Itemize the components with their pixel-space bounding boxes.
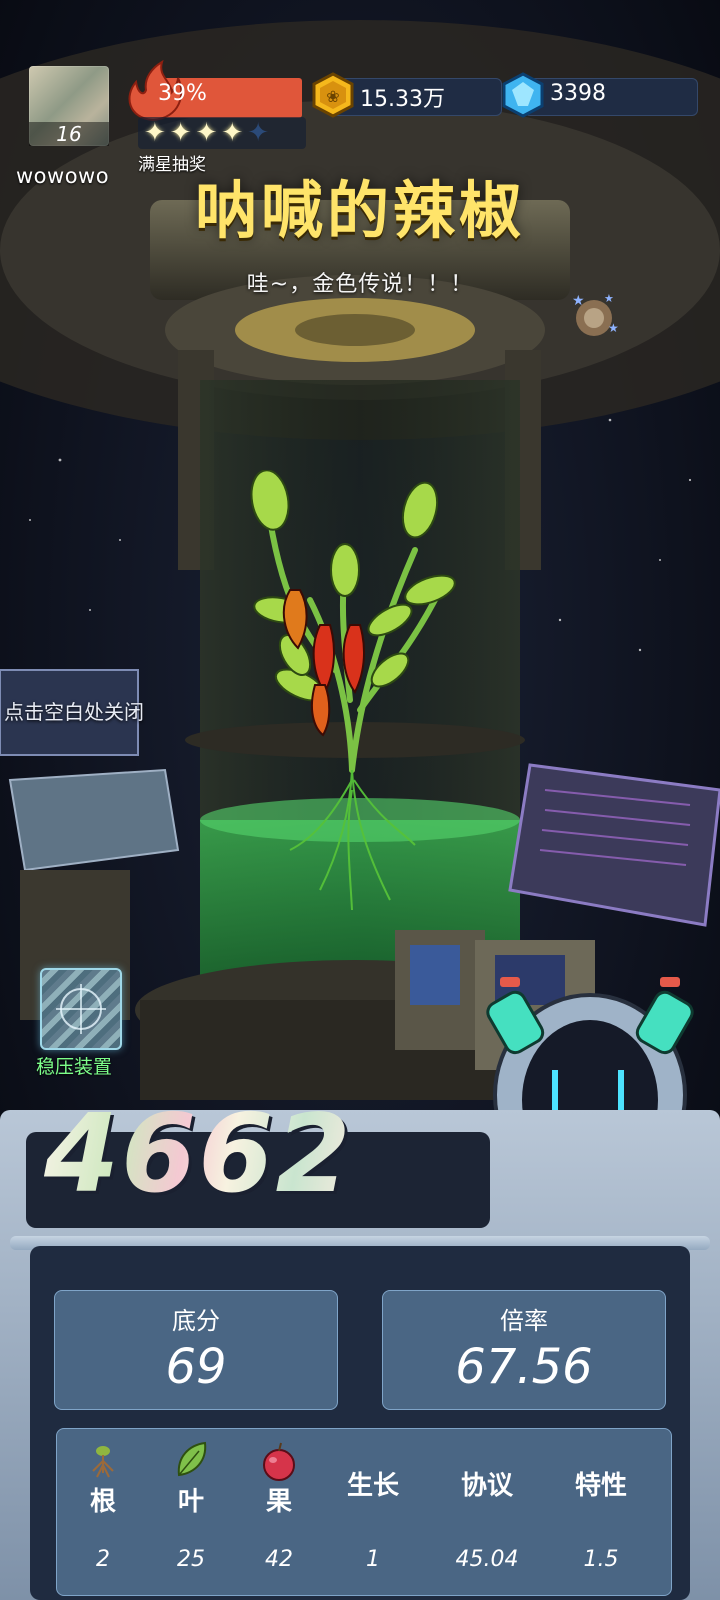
breakdown-value: 2 xyxy=(96,1547,110,1572)
fruit-icon xyxy=(263,1442,295,1481)
coin-amount: 15.33万 xyxy=(360,87,445,112)
star-rating[interactable]: ✦ ✦ ✦ ✦ ✦ xyxy=(138,117,306,149)
star-filled-icon: ✦ xyxy=(144,118,166,148)
plant-name-title: 呐喊的辣椒 xyxy=(194,174,525,247)
multiplier-label: 倍率 xyxy=(500,1307,548,1335)
compass-icon xyxy=(56,984,106,1034)
breakdown-value: 25 xyxy=(177,1547,205,1572)
multiplier-value: 67.56 xyxy=(455,1339,593,1395)
total-score: 4662 xyxy=(44,1092,353,1217)
leaf-icon xyxy=(177,1441,207,1477)
score-breakdown: 根 2 叶 25 果 42 生长 1 协议 45.04 特性 1.5 xyxy=(56,1428,672,1596)
breakdown-value: 42 xyxy=(265,1547,293,1572)
breakdown-label: 特性 xyxy=(574,1471,627,1501)
svg-text:❀: ❀ xyxy=(326,87,339,106)
star-filled-icon: ✦ xyxy=(221,118,244,148)
base-score-value: 69 xyxy=(165,1339,227,1395)
star-filled-icon: ✦ xyxy=(169,118,192,148)
rarity-message: 哇~，金色传说！！！ xyxy=(246,272,474,297)
breakdown-value: 45.04 xyxy=(455,1547,519,1572)
breakdown-label: 根 xyxy=(89,1487,116,1517)
player-level: 16 xyxy=(29,122,109,146)
breakdown-label: 果 xyxy=(265,1487,292,1517)
pepper-plant-image xyxy=(250,470,456,911)
star-empty-icon: ✦ xyxy=(247,118,269,148)
tap-to-close-hint[interactable]: 点击空白处关闭 xyxy=(4,696,144,725)
base-score-label: 底分 xyxy=(172,1307,220,1335)
gem-icon xyxy=(502,72,544,118)
coin-icon: ❀ xyxy=(312,72,354,118)
breakdown-label: 协议 xyxy=(460,1471,513,1501)
breakdown-value: 1 xyxy=(366,1547,380,1572)
gem-amount: 3398 xyxy=(550,81,606,106)
stabilizer-button[interactable] xyxy=(40,968,122,1050)
stabilizer-label: 稳压装置 xyxy=(36,1056,113,1078)
breakdown-label: 叶 xyxy=(177,1487,204,1517)
star-filled-icon: ✦ xyxy=(195,118,218,148)
heat-percent-label: 39% xyxy=(158,81,207,106)
multiplier-card: 倍率 67.56 xyxy=(382,1290,666,1410)
breakdown-value: 1.5 xyxy=(583,1547,619,1572)
base-score-card: 底分 69 xyxy=(54,1290,338,1410)
breakdown-label: 生长 xyxy=(346,1471,399,1501)
root-icon xyxy=(92,1446,114,1478)
svg-text:★: ★ xyxy=(608,321,619,335)
